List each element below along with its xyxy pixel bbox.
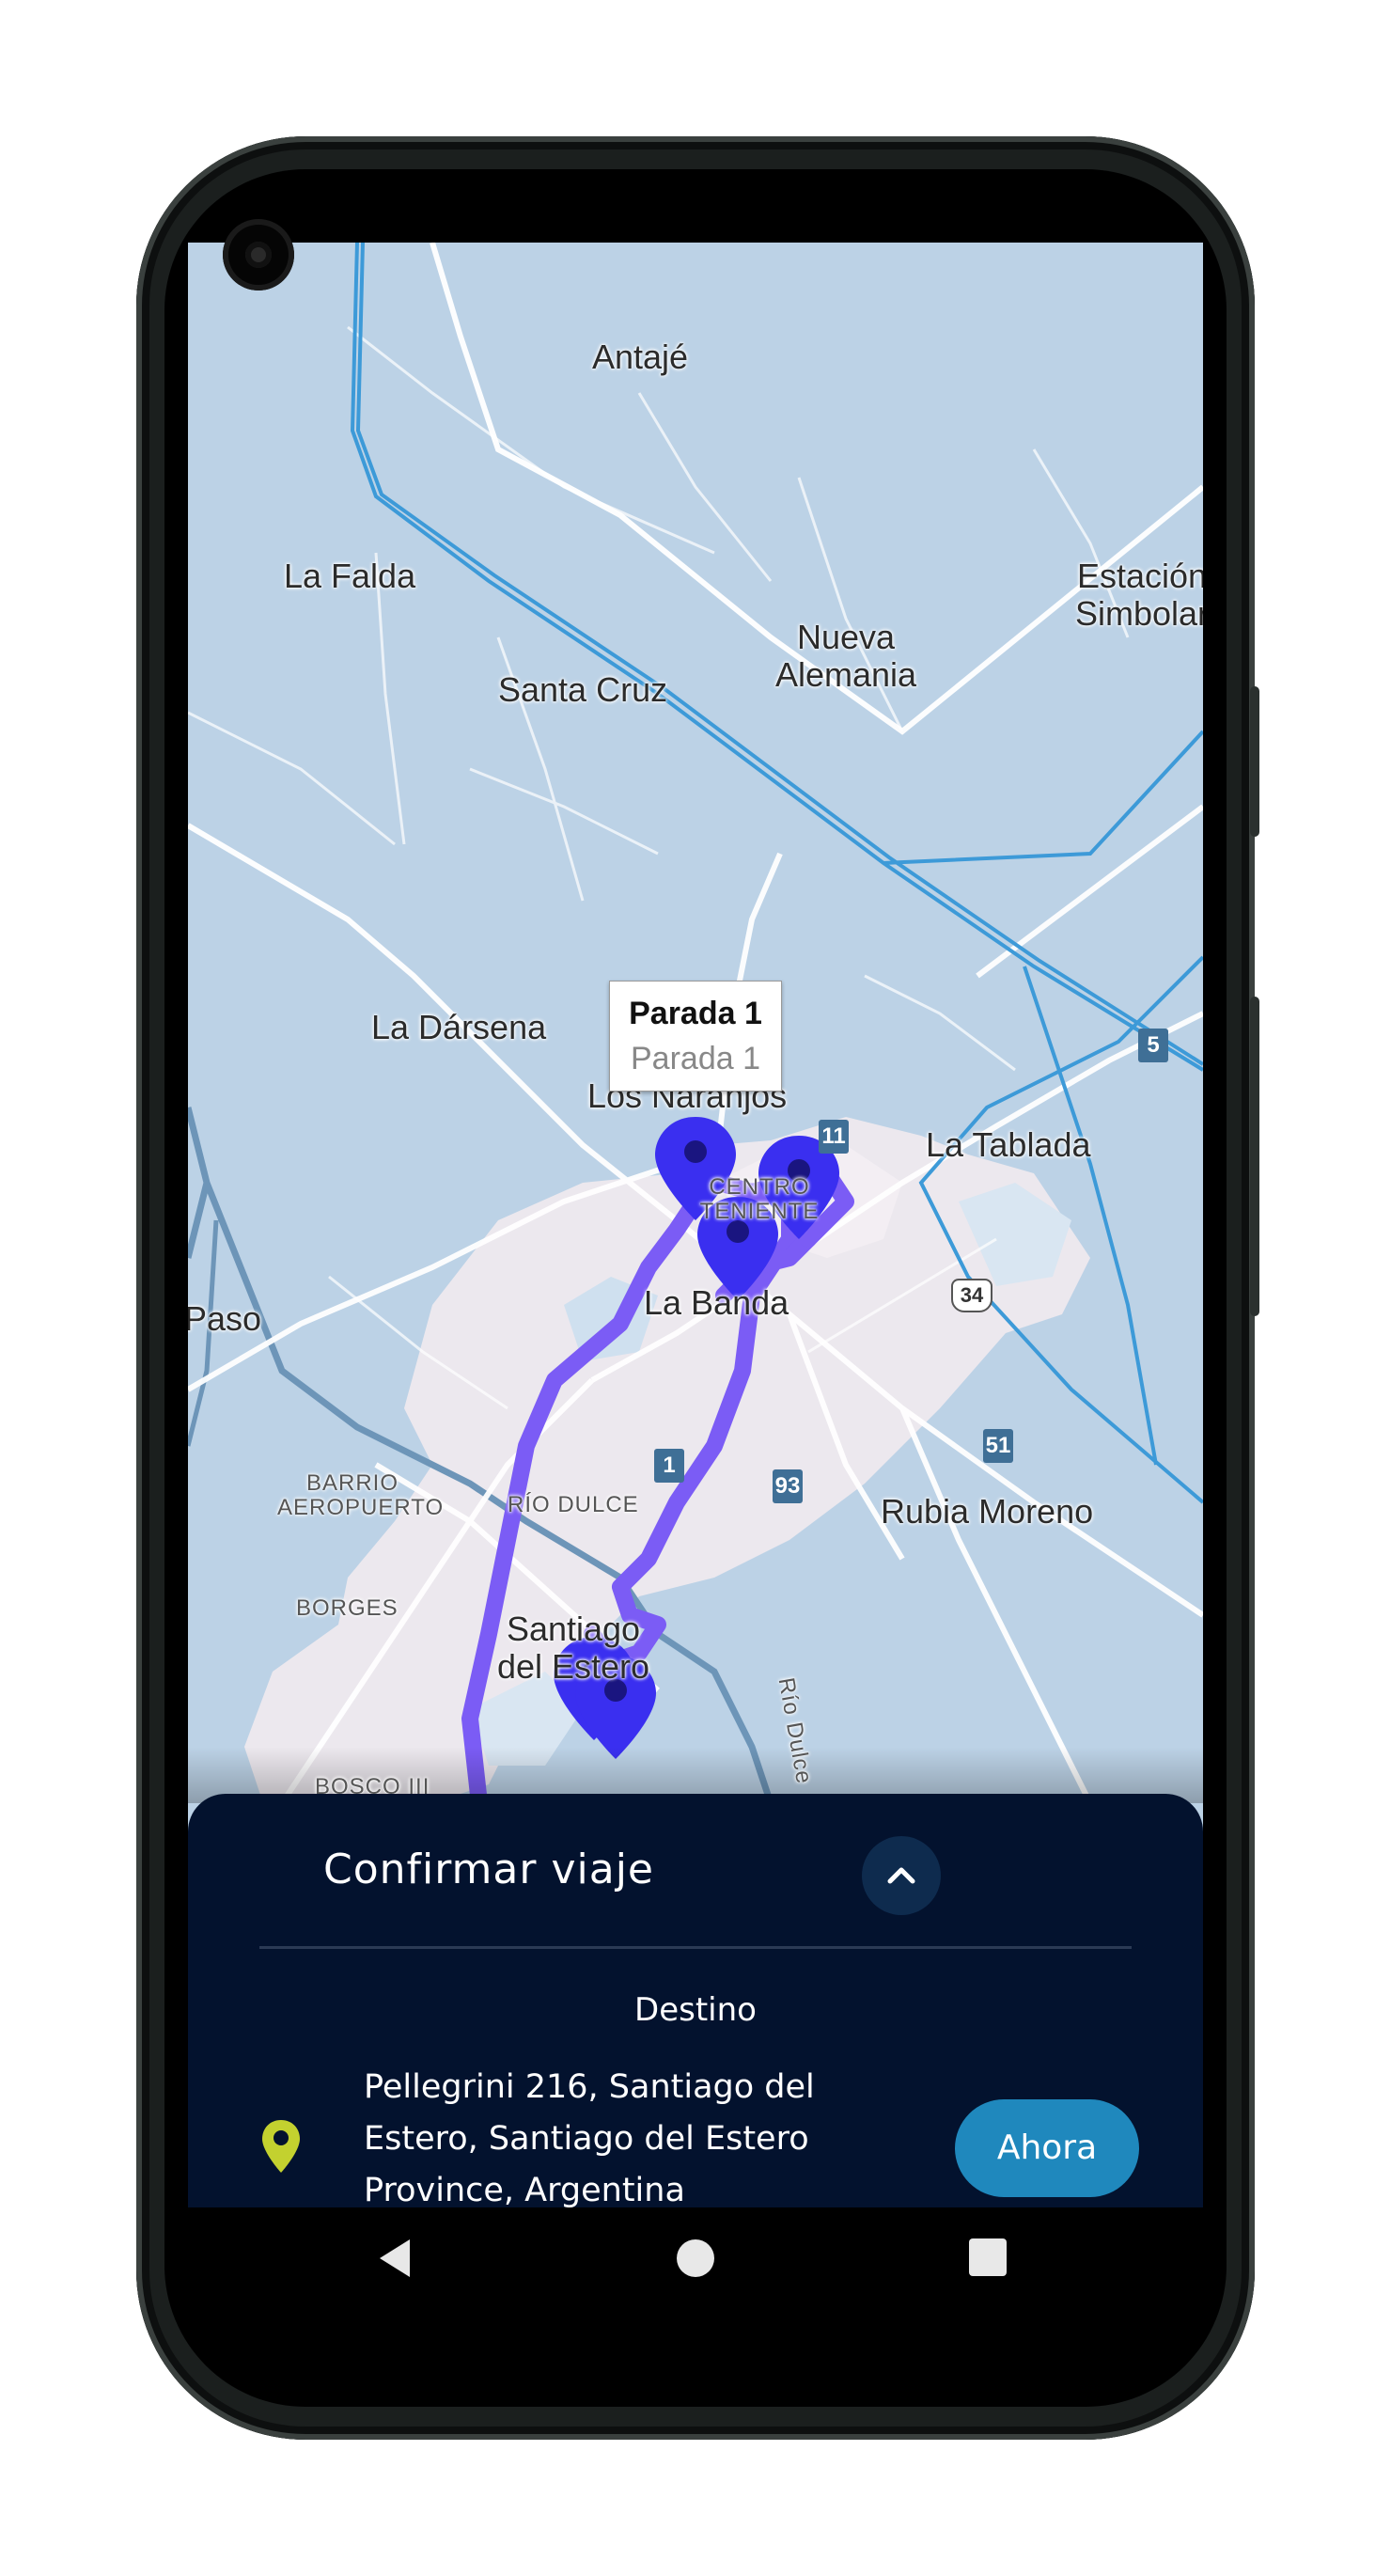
- place-label: Paso: [188, 1299, 262, 1338]
- now-button[interactable]: Ahora: [955, 2099, 1139, 2197]
- route-shield: 93: [773, 1469, 803, 1503]
- tooltip-subtitle: Parada 1: [631, 1041, 760, 1076]
- route-shield: 34: [951, 1279, 992, 1312]
- map-view[interactable]: Antajé La Falda Estación Simbolar Nueva …: [188, 243, 1203, 1803]
- app-screen: Antajé La Falda Estación Simbolar Nueva …: [188, 243, 1203, 2207]
- district-label: RÍO DULCE: [508, 1492, 639, 1517]
- route-shield: 51: [983, 1429, 1013, 1463]
- district-label: BORGES: [296, 1595, 399, 1621]
- sheet-title: Confirmar viaje: [323, 1846, 654, 1893]
- place-label: La Dársena: [371, 1008, 547, 1046]
- place-label: Nueva Alemania: [774, 618, 917, 694]
- place-label: La Falda: [284, 557, 416, 595]
- place-label: La Tablada: [926, 1125, 1091, 1164]
- district-label: CENTRO TENIENTE: [699, 1174, 820, 1225]
- route-shield: 5: [1138, 1029, 1168, 1062]
- location-pin-icon: [262, 2120, 300, 2173]
- route-shield: 1: [654, 1449, 684, 1483]
- place-label: Estación Simbolar: [1074, 557, 1203, 633]
- tooltip-title: Parada 1: [629, 996, 762, 1031]
- home-circle-icon[interactable]: [675, 2238, 716, 2279]
- place-label: Antajé: [592, 338, 689, 376]
- address-line: Province, Argentina: [364, 2172, 685, 2207]
- front-camera: [223, 219, 294, 291]
- volume-button: [1250, 997, 1259, 1316]
- place-label: Rubia Moreno: [881, 1492, 1094, 1531]
- route-shield: 11: [819, 1120, 849, 1154]
- system-nav-bar: [188, 2207, 1203, 2330]
- stop-tooltip[interactable]: Parada 1 Parada 1: [609, 981, 782, 1092]
- back-triangle-icon[interactable]: [376, 2238, 414, 2279]
- recent-square-icon[interactable]: [968, 2238, 1008, 2277]
- place-label: Santa Cruz: [498, 670, 668, 709]
- destination-heading: Destino: [634, 1991, 757, 2029]
- destination-address[interactable]: Pellegrini 216, Santiago del Estero, San…: [364, 2062, 852, 2207]
- address-line: Estero, Santiago del Estero: [364, 2120, 809, 2158]
- chevron-up-icon: [887, 1867, 915, 1884]
- collapse-button[interactable]: [862, 1836, 941, 1915]
- confirm-trip-sheet: Confirmar viaje Destino Pellegrini 216, …: [188, 1794, 1203, 2207]
- district-label: BARRIO AEROPUERTO: [277, 1470, 445, 1521]
- power-button: [1250, 686, 1259, 837]
- address-line: Pellegrini 216, Santiago del: [364, 2068, 815, 2106]
- place-label: Santiago del Estero: [496, 1610, 650, 1686]
- divider: [259, 1946, 1132, 1949]
- place-label: La Banda: [644, 1283, 789, 1322]
